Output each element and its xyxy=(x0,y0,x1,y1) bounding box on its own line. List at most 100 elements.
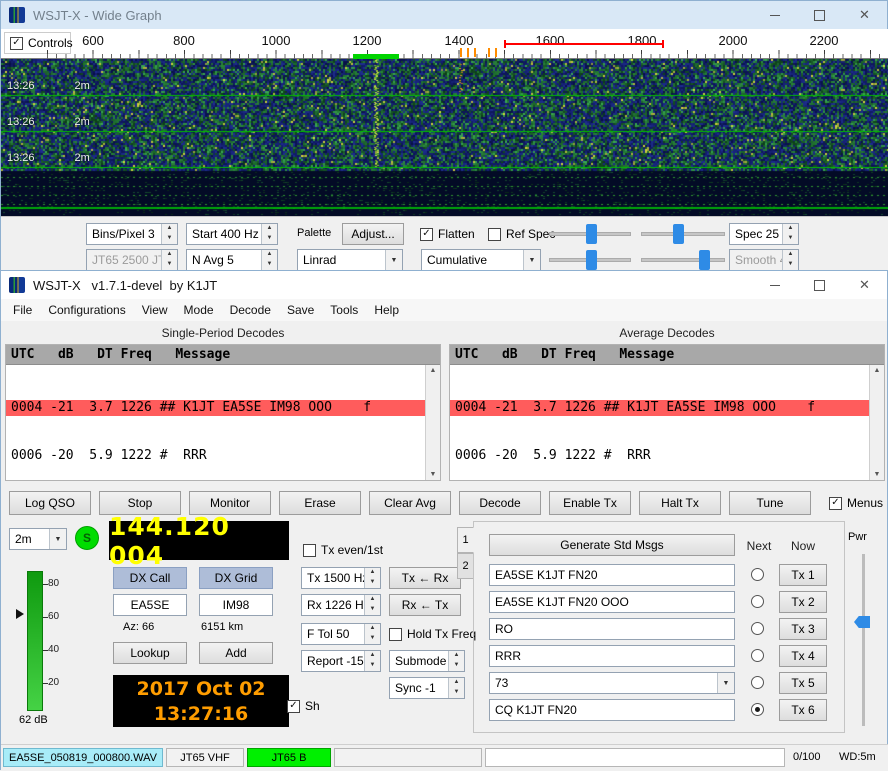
decode-row[interactable]: 0006 -20 5.9 1222 # RRR xyxy=(450,448,869,464)
spinner-arrows[interactable]: ▲▼ xyxy=(364,651,380,671)
display-mode-combo[interactable]: Cumulative ▼ xyxy=(421,249,541,271)
spec-percent-spinner[interactable]: Spec 25 % ▲▼ xyxy=(729,223,799,245)
dx-grid-button[interactable]: DX Grid xyxy=(199,567,273,589)
enable-tx-button[interactable]: Enable Tx xyxy=(549,491,631,515)
frequency-scale[interactable]: ✓ Controls 600 800 1000 1200 1400 1600 1… xyxy=(1,29,888,59)
tx3-message-field[interactable]: RO xyxy=(489,618,735,640)
dx-call-field[interactable]: EA5SE xyxy=(113,594,187,616)
scroll-up-icon[interactable]: ▲ xyxy=(430,367,437,374)
controls-checkbox[interactable]: ✓ xyxy=(10,37,23,50)
menu-configurations[interactable]: Configurations xyxy=(40,299,133,321)
tune-button[interactable]: Tune xyxy=(729,491,811,515)
menu-decode[interactable]: Decode xyxy=(222,299,279,321)
slider-thumb[interactable] xyxy=(699,250,710,270)
spinner-arrows[interactable]: ▲▼ xyxy=(161,224,177,244)
tx2-now-button[interactable]: Tx 2 xyxy=(779,591,827,613)
close-icon[interactable]: ✕ xyxy=(842,271,887,299)
tx3-now-button[interactable]: Tx 3 xyxy=(779,618,827,640)
tx4-message-field[interactable]: RRR xyxy=(489,645,735,667)
rx-from-tx-button[interactable]: Rx ← Tx xyxy=(389,594,461,616)
decodes-list[interactable]: 0004 -21 3.7 1226 ## K1JT EA5SE IM98 OOO… xyxy=(6,365,425,480)
erase-button[interactable]: Erase xyxy=(279,491,361,515)
spinner-arrows[interactable]: ▲▼ xyxy=(364,568,380,588)
tx4-now-button[interactable]: Tx 4 xyxy=(779,645,827,667)
decode-row[interactable]: 0006 -20 5.9 1222 # RRR xyxy=(6,448,425,464)
report-spinner[interactable]: Report -15 ▲▼ xyxy=(301,650,381,672)
scrollbar[interactable]: ▲ ▼ xyxy=(869,365,884,480)
tx-freq-spinner[interactable]: Tx 1500 Hz ▲▼ xyxy=(301,567,381,589)
tx3-next-radio[interactable] xyxy=(751,622,764,635)
menu-mode[interactable]: Mode xyxy=(176,299,222,321)
slider-thumb[interactable] xyxy=(586,224,597,244)
clear-avg-button[interactable]: Clear Avg xyxy=(369,491,451,515)
tab-messages-1[interactable]: 1 xyxy=(457,527,474,553)
tx2-message-field[interactable]: EA5SE K1JT FN20 OOO xyxy=(489,591,735,613)
gain-slider-1[interactable] xyxy=(549,223,631,245)
minimize-icon[interactable] xyxy=(752,271,797,299)
close-icon[interactable]: ✕ xyxy=(842,1,887,29)
tx1-now-button[interactable]: Tx 1 xyxy=(779,564,827,586)
generate-std-msgs-button[interactable]: Generate Std Msgs xyxy=(489,534,735,556)
decodes-list[interactable]: 0004 -21 3.7 1226 ## K1JT EA5SE IM98 OOO… xyxy=(450,365,869,480)
f-tol-spinner[interactable]: F Tol 50 ▲▼ xyxy=(301,623,381,645)
slider-thumb[interactable] xyxy=(586,250,597,270)
bins-pixel-spinner[interactable]: Bins/Pixel 3 ▲▼ xyxy=(86,223,178,245)
log-qso-button[interactable]: Log QSO xyxy=(9,491,91,515)
tx6-now-button[interactable]: Tx 6 xyxy=(779,699,827,721)
menu-save[interactable]: Save xyxy=(279,299,322,321)
tx-even-checkbox[interactable]: ✓ Tx even/1st xyxy=(303,543,383,557)
zero-slider-1[interactable] xyxy=(641,223,725,245)
tx6-next-radio[interactable] xyxy=(751,703,764,716)
menu-help[interactable]: Help xyxy=(366,299,407,321)
hold-tx-freq-checkbox[interactable]: ✓ Hold Tx Freq xyxy=(389,627,476,641)
spinner-arrows[interactable]: ▲▼ xyxy=(261,224,277,244)
start-hz-spinner[interactable]: Start 400 Hz ▲▼ xyxy=(186,223,278,245)
decode-row[interactable]: 0004 -21 3.7 1226 ## K1JT EA5SE IM98 OOO… xyxy=(6,400,425,416)
tx4-next-radio[interactable] xyxy=(751,649,764,662)
spinner-arrows[interactable]: ▲▼ xyxy=(448,651,464,671)
tx5-message-combo[interactable]: 73 ▼ xyxy=(489,672,735,694)
sync-spinner[interactable]: Sync -1 ▲▼ xyxy=(389,677,465,699)
waterfall[interactable]: 13:262m 13:262m 13:262m xyxy=(1,59,888,216)
submode-spinner[interactable]: Submode B ▲▼ xyxy=(389,650,465,672)
lookup-button[interactable]: Lookup xyxy=(113,642,187,664)
dx-call-button[interactable]: DX Call xyxy=(113,567,187,589)
gain-slider-2[interactable] xyxy=(549,249,631,271)
menu-tools[interactable]: Tools xyxy=(322,299,366,321)
tx5-next-radio[interactable] xyxy=(751,676,764,689)
tx5-now-button[interactable]: Tx 5 xyxy=(779,672,827,694)
scroll-down-icon[interactable]: ▼ xyxy=(874,471,881,478)
maximize-icon[interactable] xyxy=(797,1,842,29)
decode-button[interactable]: Decode xyxy=(459,491,541,515)
flatten-checkbox[interactable]: ✓ Flatten xyxy=(420,227,475,241)
dx-grid-field[interactable]: IM98 xyxy=(199,594,273,616)
add-button[interactable]: Add xyxy=(199,642,273,664)
spinner-arrows[interactable]: ▲▼ xyxy=(364,595,380,615)
menu-file[interactable]: File xyxy=(5,299,40,321)
tx2-next-radio[interactable] xyxy=(751,595,764,608)
main-titlebar[interactable]: WSJT-X v1.7.1-devel by K1JT ✕ xyxy=(1,271,887,299)
ref-spec-checkbox[interactable]: ✓ Ref Spec xyxy=(488,227,555,241)
spinner-arrows[interactable]: ▲▼ xyxy=(261,250,277,270)
tx1-message-field[interactable]: EA5SE K1JT FN20 xyxy=(489,564,735,586)
decode-row[interactable]: 0004 -21 3.7 1226 ## K1JT EA5SE IM98 OOO… xyxy=(450,400,869,416)
spinner-arrows[interactable]: ▲▼ xyxy=(364,624,380,644)
tab-messages-2[interactable]: 2 xyxy=(457,553,474,579)
spinner-arrows[interactable]: ▲▼ xyxy=(448,678,464,698)
spinner-arrows[interactable]: ▲▼ xyxy=(782,224,798,244)
pwr-slider[interactable] xyxy=(862,554,865,726)
adjust-button[interactable]: Adjust... xyxy=(342,223,404,245)
band-combo[interactable]: 2m ▼ xyxy=(9,528,67,550)
palette-combo[interactable]: Linrad ▼ xyxy=(297,249,403,271)
tx-from-rx-button[interactable]: Tx ← Rx xyxy=(389,567,461,589)
waterfall-canvas[interactable] xyxy=(1,59,888,216)
menus-checkbox[interactable]: ✓ Menus xyxy=(829,496,883,510)
zero-slider-2[interactable] xyxy=(641,249,725,271)
tx1-next-radio[interactable] xyxy=(751,568,764,581)
scrollbar[interactable]: ▲ ▼ xyxy=(425,365,440,480)
n-avg-spinner[interactable]: N Avg 5 ▲▼ xyxy=(186,249,278,271)
wide-graph-titlebar[interactable]: WSJT-X - Wide Graph ✕ xyxy=(1,1,887,29)
halt-tx-button[interactable]: Halt Tx xyxy=(639,491,721,515)
menu-view[interactable]: View xyxy=(134,299,176,321)
tx6-message-field[interactable]: CQ K1JT FN20 xyxy=(489,699,735,721)
